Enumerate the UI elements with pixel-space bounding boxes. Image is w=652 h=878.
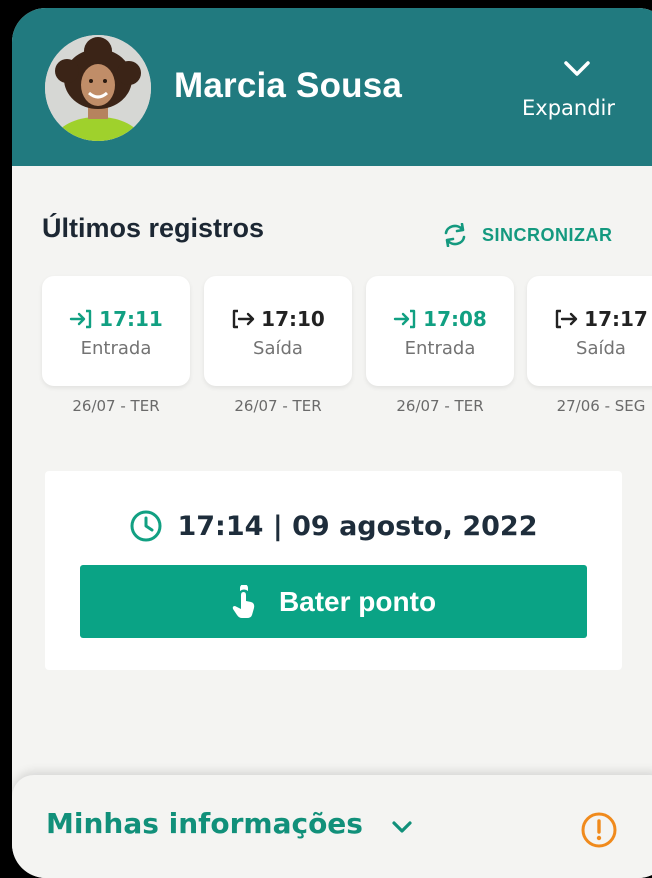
record-time: 17:10: [204, 307, 352, 331]
app-screen: Marcia Sousa Expandir Últimos registros …: [12, 8, 652, 878]
record-card[interactable]: 17:08 Entrada: [366, 276, 514, 386]
current-datetime: 17:14 | 09 agosto, 2022: [45, 509, 622, 543]
record-card[interactable]: 17:11 Entrada: [42, 276, 190, 386]
record-date: 26/07 - TER: [72, 397, 160, 415]
user-name: Marcia Sousa: [174, 66, 403, 105]
profile-header: Marcia Sousa Expandir: [12, 8, 652, 166]
logout-arrow-icon: [232, 309, 255, 329]
record-date: 27/06 - SEG: [556, 397, 646, 415]
record-card[interactable]: 17:17 Saída: [527, 276, 652, 386]
record-date: 26/07 - TER: [234, 397, 322, 415]
chevron-down-icon[interactable]: [390, 819, 414, 835]
alert-icon[interactable]: [580, 811, 618, 849]
chevron-down-icon[interactable]: [562, 58, 592, 80]
logout-arrow-icon: [555, 309, 578, 329]
login-arrow-icon: [393, 309, 416, 329]
clock-icon: [130, 510, 162, 542]
avatar-image: [45, 35, 151, 141]
record-type: Entrada: [80, 338, 152, 359]
record-time: 17:11: [42, 307, 190, 331]
expand-button[interactable]: Expandir: [522, 96, 615, 120]
record-time-value: 17:10: [261, 307, 325, 331]
tap-hand-icon: [232, 584, 255, 618]
datetime-text: 17:14 | 09 agosto, 2022: [177, 510, 538, 542]
punch-clock-label: Bater ponto: [278, 585, 437, 617]
record-date: 26/07 - TER: [396, 397, 484, 415]
record-time: 17:08: [366, 307, 514, 331]
record-time-value: 17:08: [423, 307, 487, 331]
sync-icon: [444, 223, 466, 247]
avatar[interactable]: [45, 35, 151, 141]
record-type: Saída: [576, 338, 626, 359]
record-time: 17:17: [527, 307, 652, 331]
sync-label: SINCRONIZAR: [482, 224, 613, 245]
section-title: Últimos registros: [42, 213, 265, 243]
record-type: Saída: [253, 338, 303, 359]
record-card[interactable]: 17:10 Saída: [204, 276, 352, 386]
my-info-panel[interactable]: Minhas informações: [12, 775, 652, 878]
record-type: Entrada: [404, 338, 476, 359]
record-time-value: 17:11: [99, 307, 163, 331]
punch-clock-button[interactable]: Bater ponto: [80, 565, 587, 638]
sync-button[interactable]: SINCRONIZAR: [442, 223, 613, 247]
record-time-value: 17:17: [584, 307, 648, 331]
my-info-title[interactable]: Minhas informações: [46, 807, 363, 840]
clock-card: 17:14 | 09 agosto, 2022 Bater ponto: [45, 471, 622, 670]
login-arrow-icon: [69, 309, 92, 329]
